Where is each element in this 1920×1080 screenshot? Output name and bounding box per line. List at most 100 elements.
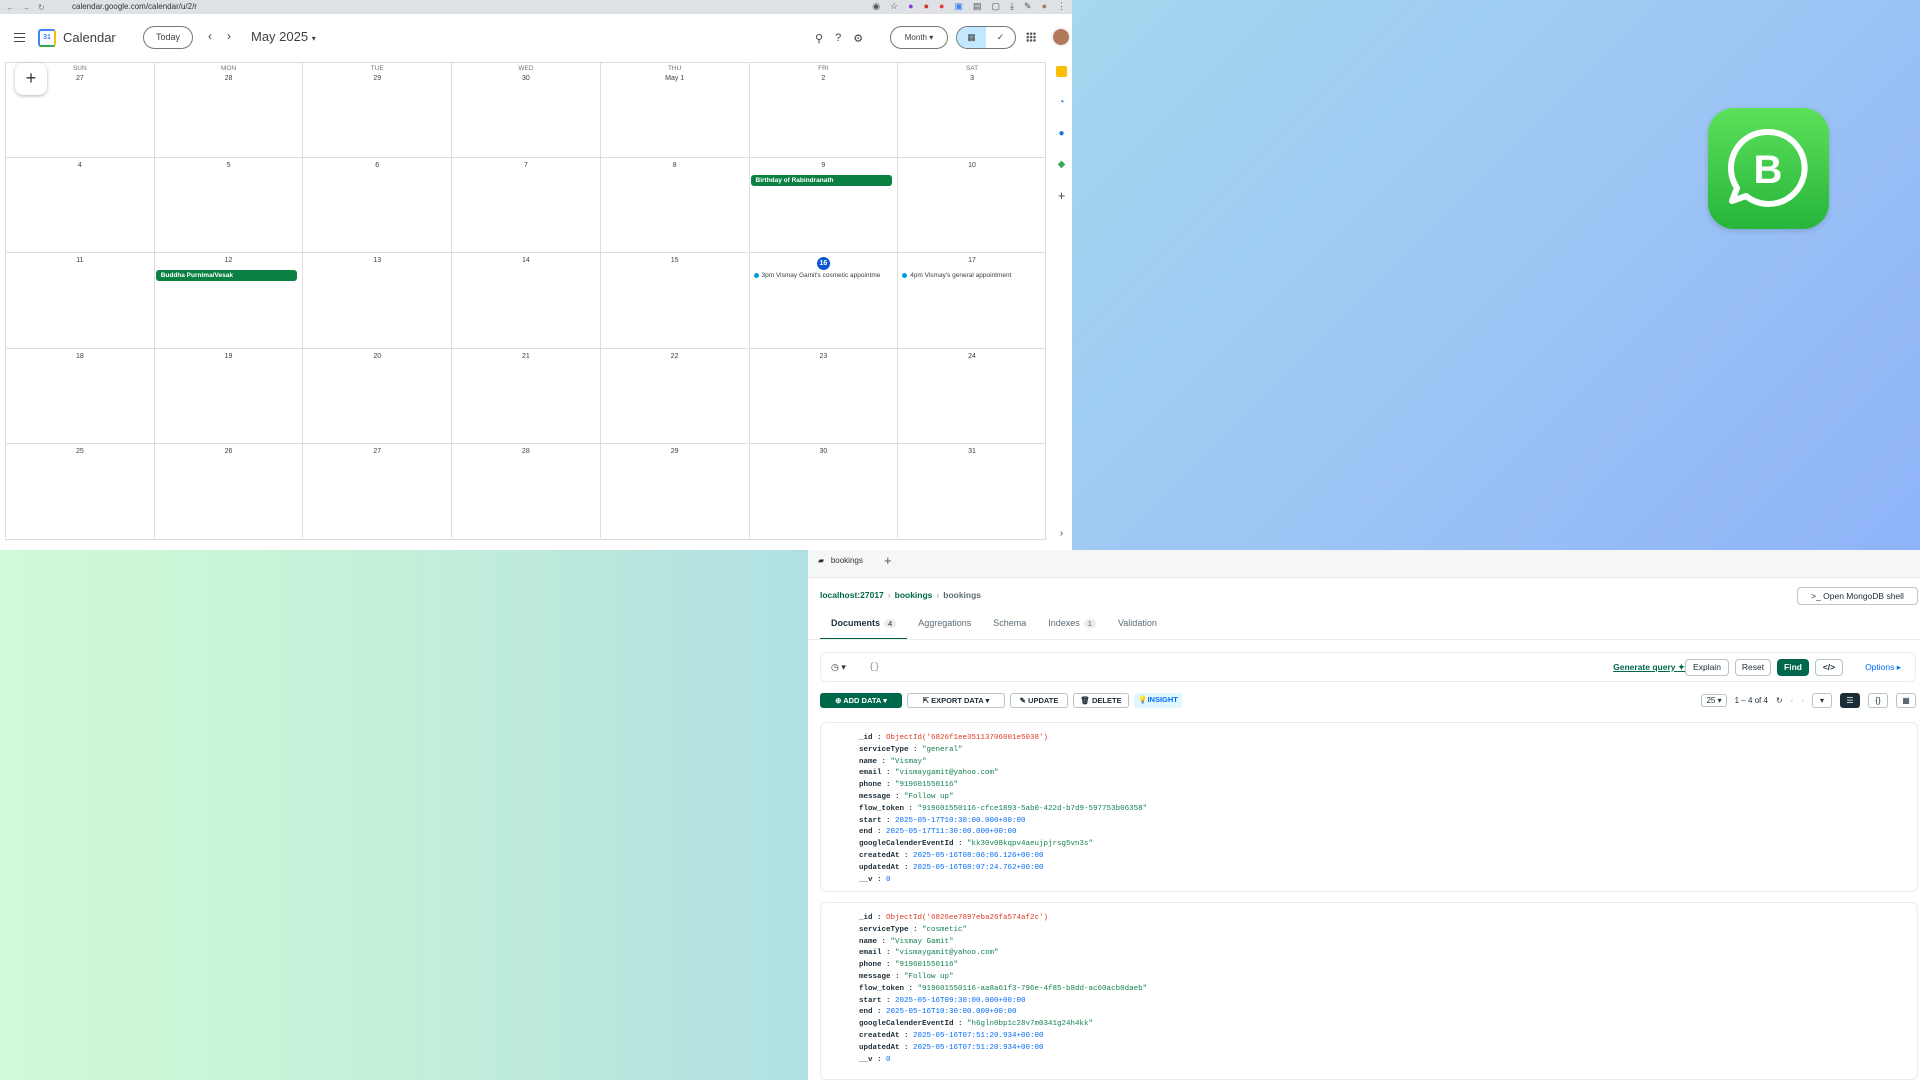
star-icon[interactable]: ☆ <box>890 1 898 12</box>
day-number[interactable]: 7 <box>452 162 600 169</box>
day-cell[interactable]: 8 <box>599 157 749 253</box>
day-cell[interactable]: WED 30 <box>451 62 600 158</box>
tab-validation[interactable]: Validation <box>1107 614 1168 640</box>
day-number[interactable]: 22 <box>601 353 749 360</box>
appointment-event[interactable]: 4pm Vismay's general appointment <box>902 271 1044 281</box>
open-shell-button[interactable]: >_ Open MongoDB shell <box>1797 587 1918 605</box>
day-number[interactable]: 20 <box>303 353 451 360</box>
day-number[interactable]: 11 <box>6 257 154 264</box>
day-number[interactable]: 30 <box>452 75 600 82</box>
query-history-icon[interactable]: ◷ ▾ <box>831 662 846 673</box>
day-number[interactable]: 31 <box>898 448 1046 455</box>
page-size-select[interactable]: 25 ▾ <box>1701 694 1727 707</box>
day-number[interactable]: 5 <box>155 162 303 169</box>
tab-documents[interactable]: Documents 4 <box>820 614 908 640</box>
document-card[interactable]: _id : ObjectId('6826ee7897eba26fa574af2c… <box>820 902 1918 1080</box>
document-card[interactable]: _id : ObjectId('6826f1ee35113706001e5038… <box>820 722 1918 892</box>
breadcrumb-db[interactable]: bookings <box>895 590 933 600</box>
export-data-button[interactable]: ⇱ EXPORT DATA ▾ <box>907 693 1005 708</box>
day-number[interactable]: 8 <box>601 162 749 169</box>
day-cell[interactable]: 29 <box>599 442 749 538</box>
day-cell[interactable]: 22 <box>599 347 749 443</box>
json-view-icon[interactable]: {} <box>1868 693 1888 708</box>
download-icon[interactable]: ⤓ <box>1010 1 1014 12</box>
day-cell[interactable]: 10 <box>897 157 1046 253</box>
find-button[interactable]: Find <box>1777 659 1809 676</box>
day-number[interactable]: 24 <box>898 353 1046 360</box>
day-number[interactable]: 23 <box>750 353 898 360</box>
day-cell[interactable]: 20 <box>302 347 452 443</box>
day-cell[interactable]: THU May 1 <box>599 62 749 158</box>
day-cell[interactable]: 30 <box>748 442 898 538</box>
whatsapp-business-icon[interactable]: B <box>1708 108 1829 229</box>
day-cell[interactable]: 6 <box>302 157 452 253</box>
day-number[interactable]: 3 <box>898 75 1046 82</box>
extension-icon[interactable]: ▤ <box>973 1 982 12</box>
add-data-button[interactable]: ⊕ ADD DATA ▾ <box>820 693 902 708</box>
address-bar[interactable]: calendar.google.com/calendar/u/2/r <box>72 2 197 11</box>
tasks-icon[interactable]: ◔ <box>1056 97 1067 108</box>
day-number[interactable]: 6 <box>303 162 451 169</box>
holiday-event[interactable]: Birthday of Rabindranath <box>750 175 893 187</box>
tab-indexes[interactable]: Indexes 1 <box>1037 614 1107 640</box>
reload-icon[interactable]: ↻ <box>38 3 45 12</box>
account-avatar[interactable] <box>1051 27 1071 47</box>
new-tab-icon[interactable]: + <box>884 553 892 568</box>
day-cell[interactable]: 27 <box>302 442 452 538</box>
day-number[interactable]: 21 <box>452 353 600 360</box>
previous-month-icon[interactable]: ‹ <box>208 29 212 43</box>
tab-schema[interactable]: Schema <box>982 614 1037 640</box>
day-cell[interactable]: 28 <box>451 442 600 538</box>
next-page-icon[interactable]: › <box>1801 696 1804 705</box>
day-number[interactable]: 10 <box>898 162 1046 169</box>
day-number[interactable]: 4 <box>6 162 154 169</box>
day-number[interactable]: 29 <box>601 448 749 455</box>
month-picker[interactable]: May 2025 ▾ <box>251 29 316 44</box>
day-number[interactable]: 15 <box>601 257 749 264</box>
maps-icon[interactable]: ◆ <box>1056 159 1067 170</box>
code-view-icon[interactable]: </> <box>1815 659 1843 676</box>
profile-icon[interactable]: ● <box>1042 1 1047 12</box>
day-cell[interactable]: 21 <box>451 347 600 443</box>
delete-button[interactable]: 🗑 DELETE <box>1073 693 1129 708</box>
day-cell[interactable]: 15 <box>599 252 749 348</box>
day-number[interactable]: 2 <box>750 75 898 82</box>
day-cell[interactable]: 31 <box>897 442 1046 538</box>
day-cell[interactable]: 13 <box>302 252 452 348</box>
day-cell[interactable]: 23 <box>748 347 898 443</box>
day-number[interactable]: 16 <box>816 257 830 271</box>
back-icon[interactable]: ← <box>6 3 14 12</box>
day-number[interactable]: 12 <box>155 257 303 264</box>
calendar-view-icon[interactable]: ▦ <box>957 27 986 48</box>
day-number[interactable]: 27 <box>303 448 451 455</box>
forward-icon[interactable]: → <box>22 3 30 12</box>
next-month-icon[interactable]: › <box>227 29 231 43</box>
update-button[interactable]: ✎ UPDATE <box>1010 693 1068 708</box>
day-cell[interactable]: 19 <box>153 347 303 443</box>
more-vert-icon[interactable]: ⋮ <box>1057 1 1066 12</box>
day-number[interactable]: 19 <box>155 353 303 360</box>
search-icon[interactable]: ⚲ <box>815 32 823 45</box>
day-cell[interactable]: 24 <box>897 347 1046 443</box>
add-addon-icon[interactable]: + <box>1056 189 1067 202</box>
contacts-icon[interactable]: ● <box>1056 128 1067 139</box>
more-options-icon[interactable]: ▾ <box>1812 693 1832 708</box>
refresh-icon[interactable]: ↻ <box>1776 696 1783 705</box>
day-number[interactable]: 26 <box>155 448 303 455</box>
day-cell[interactable]: 14 <box>451 252 600 348</box>
day-number[interactable]: 30 <box>750 448 898 455</box>
day-number[interactable]: 25 <box>6 448 154 455</box>
day-cell[interactable]: SAT 3 <box>897 62 1046 158</box>
reset-button[interactable]: Reset <box>1735 659 1771 676</box>
filter-input[interactable]: {} <box>869 662 880 672</box>
calendar-tasks-toggle[interactable]: ▦ ✓ <box>956 26 1016 49</box>
day-cell[interactable]: 18 <box>5 347 154 443</box>
extension-icon[interactable]: ● <box>939 1 944 12</box>
day-number[interactable]: 29 <box>303 75 451 82</box>
day-number[interactable]: 9 <box>750 162 898 169</box>
help-icon[interactable]: ? <box>835 32 841 44</box>
settings-icon[interactable]: ⚙ <box>853 32 863 45</box>
day-cell[interactable]: 25 <box>5 442 154 538</box>
expand-panel-icon[interactable]: › <box>1056 528 1067 539</box>
day-cell[interactable]: 26 <box>153 442 303 538</box>
